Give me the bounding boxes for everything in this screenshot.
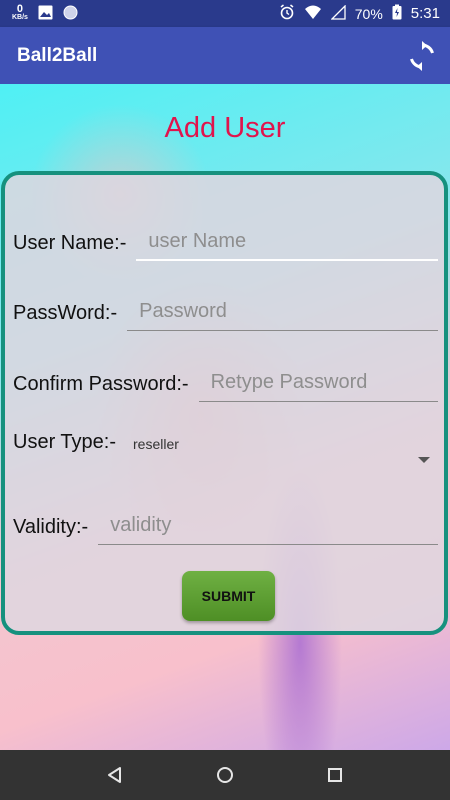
password-row: PassWord:- [13, 293, 438, 331]
back-button[interactable] [95, 755, 135, 795]
user-type-select[interactable]: reseller [128, 431, 438, 471]
add-user-form-card: User Name:- PassWord:- Confirm Password:… [1, 171, 448, 635]
submit-button[interactable]: SUBMIT [182, 571, 275, 621]
confirm-password-input[interactable] [210, 371, 438, 394]
alarm-icon [279, 4, 295, 23]
confirm-password-row: Confirm Password:- [13, 364, 438, 402]
back-triangle-icon [108, 767, 121, 783]
net-speed-indicator: 0 KB/s [12, 3, 28, 22]
image-notification-icon [38, 5, 53, 23]
username-input[interactable] [148, 229, 438, 253]
refresh-icon [410, 40, 434, 71]
password-label: PassWord:- [13, 302, 118, 324]
circle-notification-icon [63, 5, 78, 23]
validity-row: Validity:- [13, 507, 438, 545]
status-left: 0 KB/s [12, 3, 78, 23]
validity-label: Validity:- [13, 516, 89, 538]
wifi-icon [304, 5, 322, 23]
status-bar: 0 KB/s 70% 5:31 [0, 0, 450, 27]
refresh-button[interactable] [406, 40, 438, 72]
cell-signal-icon [330, 3, 346, 23]
password-field-container [127, 293, 438, 331]
validity-field-container [98, 507, 438, 545]
battery-percent: 70% [354, 5, 383, 22]
status-right: 70% 5:31 [279, 3, 440, 23]
recents-square-icon [328, 768, 342, 782]
home-button[interactable] [205, 755, 245, 795]
username-label: User Name:- [13, 232, 127, 254]
app-bar: Ball2Ball [0, 27, 450, 84]
user-type-row: User Type:- reseller [13, 431, 438, 471]
dropdown-arrow-icon [418, 457, 430, 463]
net-speed-unit: KB/s [12, 14, 28, 21]
confirm-password-field-container [198, 364, 438, 402]
user-type-selected-value: reseller [133, 436, 179, 452]
battery-charging-icon [392, 4, 402, 23]
content-area: Add User User Name:- PassWord:- Confirm … [0, 84, 450, 750]
username-field-container [136, 223, 438, 261]
navigation-bar [0, 750, 450, 800]
password-input[interactable] [139, 300, 438, 323]
page-title: Add User [164, 112, 286, 144]
recents-button[interactable] [315, 755, 355, 795]
app-title: Ball2Ball [17, 44, 98, 66]
username-row: User Name:- [13, 223, 438, 261]
home-circle-icon [217, 767, 233, 783]
net-speed-value: 0 [16, 3, 24, 15]
user-type-label: User Type:- [13, 431, 116, 453]
clock-time: 5:31 [410, 5, 440, 22]
validity-input[interactable] [110, 514, 438, 537]
confirm-password-label: Confirm Password:- [13, 373, 189, 395]
